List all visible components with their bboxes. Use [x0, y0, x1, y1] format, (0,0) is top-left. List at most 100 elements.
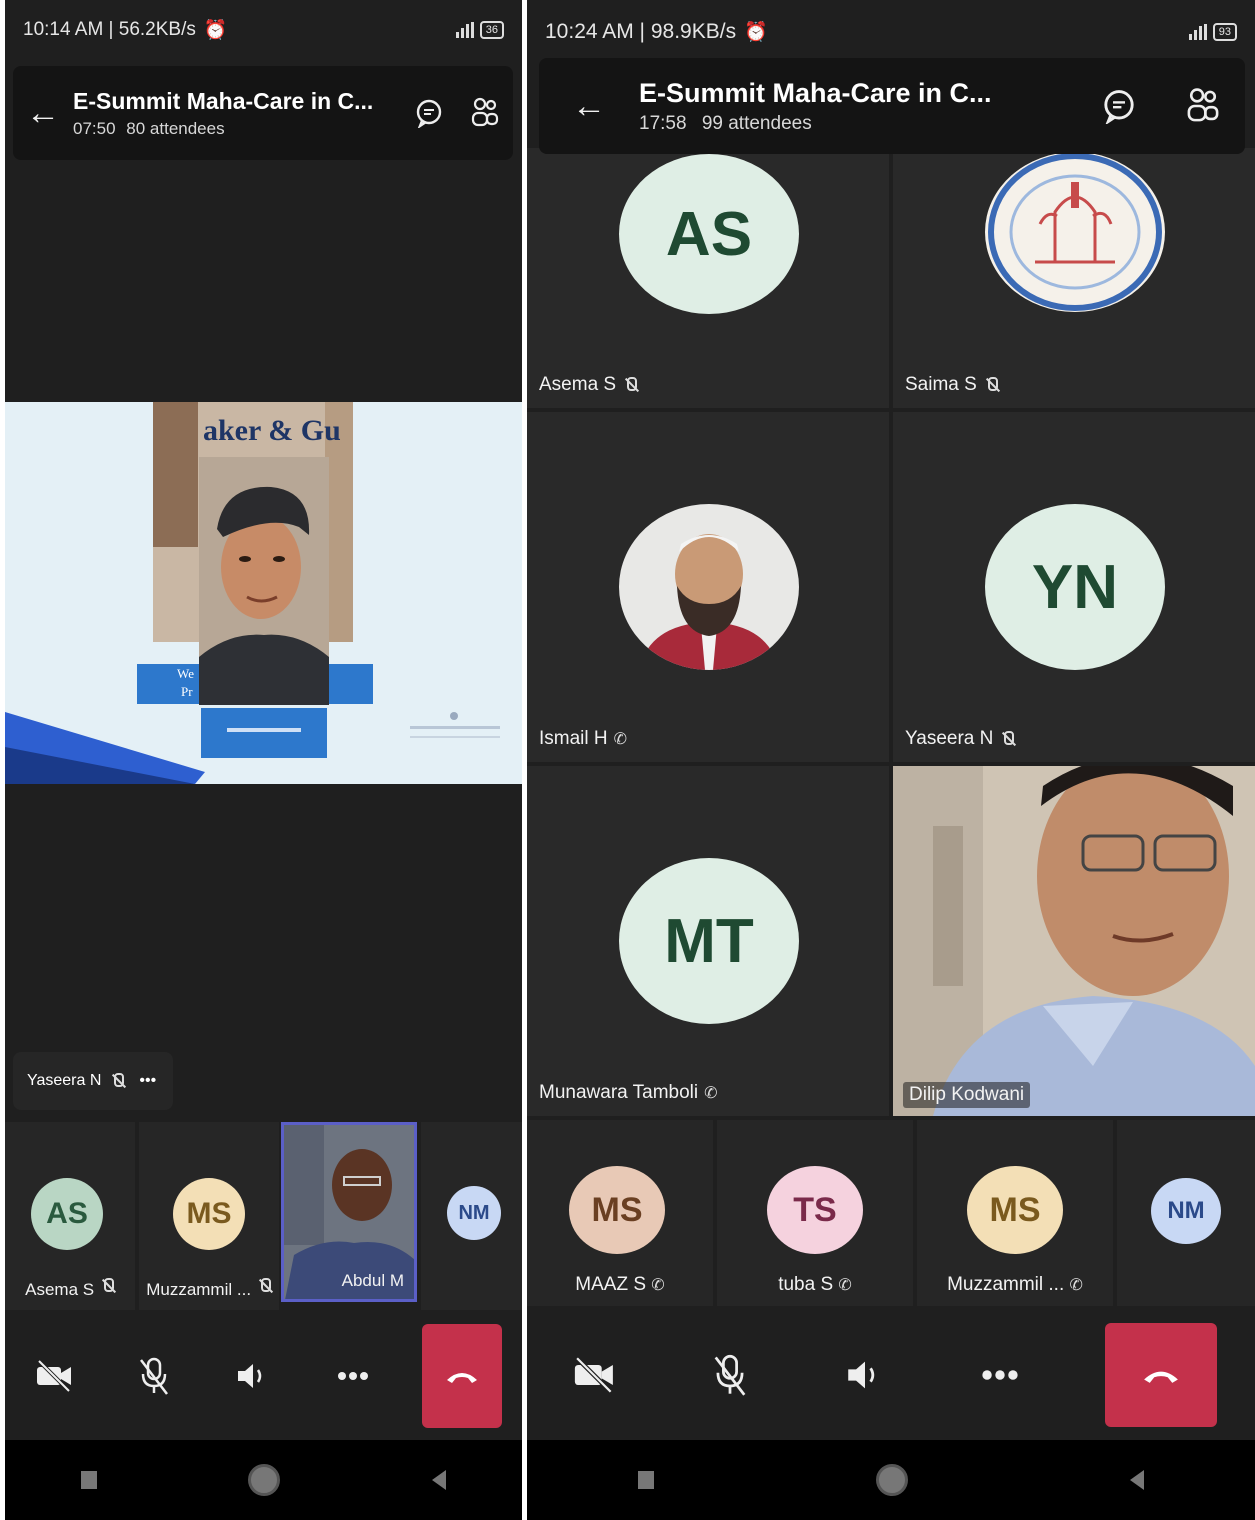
- avatar: NM: [1151, 1178, 1221, 1244]
- participant-name: Asema S: [539, 374, 638, 396]
- call-controls: [527, 1310, 1255, 1440]
- speaker-name: Yaseera N: [27, 1072, 102, 1089]
- speaker-icon: [238, 1364, 262, 1388]
- slide-heading: aker & Gu: [203, 414, 341, 447]
- camera-off-button[interactable]: [565, 1345, 625, 1405]
- participant-name: Dilip Kodwani: [903, 1082, 1031, 1108]
- back-nav-icon[interactable]: [432, 1470, 447, 1490]
- status-time: 10:14 AM | 56.2KB/s: [23, 19, 196, 40]
- avatar: MS: [173, 1178, 245, 1250]
- more-actions-button[interactable]: [323, 1346, 383, 1406]
- hang-up-icon: [1144, 1371, 1179, 1383]
- camera-off-button[interactable]: [25, 1346, 85, 1406]
- status-bar: 10:24 AM | 98.9KB/s ⏰ 93: [527, 0, 1255, 64]
- avatar: YN: [985, 504, 1165, 670]
- participant-tile[interactable]: Saima S: [893, 148, 1255, 408]
- video-feed: [893, 766, 1255, 1116]
- participant-tile[interactable]: MT Munawara Tamboli ✆: [527, 766, 889, 1116]
- participant-cell[interactable]: AS Asema S: [5, 1122, 135, 1310]
- left-phone-screen: 10:14 AM | 56.2KB/s ⏰ 36 ← E-Summit Maha…: [5, 0, 522, 1520]
- participant-cell[interactable]: NM: [421, 1122, 522, 1310]
- microphone-off-icon: [140, 1357, 169, 1395]
- participant-cell[interactable]: TS tuba S ✆: [717, 1120, 913, 1306]
- participants-icon[interactable]: [1161, 86, 1245, 126]
- home-icon[interactable]: [248, 1464, 281, 1496]
- mic-off-icon: [999, 730, 1015, 748]
- status-bar: 10:14 AM | 56.2KB/s ⏰ 36: [5, 0, 522, 60]
- phone-icon: ✆: [613, 731, 628, 748]
- participant-cell[interactable]: MS MAAZ S ✆: [527, 1120, 713, 1306]
- hang-up-button[interactable]: [1105, 1323, 1218, 1427]
- more-icon: [982, 1370, 1018, 1380]
- attendee-count: 99 attendees: [701, 112, 812, 134]
- participant-name: Yaseera N: [905, 728, 1015, 750]
- more-options-icon[interactable]: •••: [139, 1072, 156, 1090]
- right-phone-screen: 10:24 AM | 98.9KB/s ⏰ 93 AS Asema S Saim…: [527, 0, 1255, 1520]
- participant-tile[interactable]: AS Asema S: [527, 148, 889, 408]
- back-arrow-icon[interactable]: ←: [13, 94, 73, 133]
- participants-icon[interactable]: [457, 96, 513, 130]
- home-icon[interactable]: [876, 1464, 908, 1496]
- camera-off-icon: [36, 1359, 71, 1393]
- recents-icon[interactable]: [80, 1471, 97, 1489]
- signal-icon: [1188, 24, 1207, 40]
- android-nav-bar: [527, 1440, 1255, 1520]
- participant-name: Asema S: [5, 1277, 135, 1300]
- avatar: AS: [31, 1178, 103, 1250]
- call-controls: [5, 1312, 522, 1440]
- phone-icon: ✆: [838, 1277, 852, 1294]
- participant-video-abdul[interactable]: Abdul M: [281, 1122, 417, 1302]
- meeting-header: ← E-Summit Maha-Care in C... 17:58 99 at…: [539, 58, 1245, 154]
- organization-logo: [985, 152, 1165, 312]
- participant-name: Ismail H ✆: [539, 728, 628, 749]
- shared-screen: aker & Gu We Pr: [5, 402, 522, 784]
- meeting-duration: 07:50: [73, 118, 116, 138]
- participant-tile[interactable]: Ismail H ✆: [527, 412, 889, 762]
- attendee-count: 80 attendees: [126, 118, 225, 138]
- speaker-button[interactable]: [835, 1345, 895, 1405]
- participant-tile[interactable]: YN Yaseera N: [893, 412, 1255, 762]
- avatar: MT: [619, 858, 799, 1024]
- chat-icon[interactable]: [401, 98, 457, 128]
- hang-up-button[interactable]: [422, 1324, 503, 1428]
- speaker-caption: Yaseera N •••: [13, 1052, 173, 1110]
- mic-off-icon: [983, 376, 999, 394]
- participant-name: Munawara Tamboli ✆: [539, 1082, 718, 1103]
- participant-strip: AS Asema S MS Muzzammil ... Abdul M NM: [5, 1122, 522, 1310]
- avatar: AS: [619, 154, 799, 314]
- battery-icon: 36: [479, 21, 504, 39]
- meeting-subtitle: 17:58 99 attendees: [639, 113, 1077, 135]
- speaker-photo: [199, 457, 329, 705]
- avatar: MS: [967, 1166, 1063, 1254]
- meeting-title: E-Summit Maha-Care in C...: [73, 87, 374, 114]
- participant-video-dilip[interactable]: Dilip Kodwani: [893, 766, 1255, 1116]
- phone-icon: ✆: [704, 1085, 718, 1102]
- speaker-button[interactable]: [223, 1346, 283, 1406]
- participant-name: MAAZ S ✆: [575, 1274, 665, 1295]
- slide-text-2: Pr: [181, 684, 193, 699]
- phone-icon: ✆: [651, 1277, 665, 1294]
- alarm-icon: ⏰: [744, 22, 768, 43]
- participant-cell[interactable]: MS Muzzammil ...: [139, 1122, 279, 1310]
- mic-off-button[interactable]: [700, 1345, 760, 1405]
- chat-icon[interactable]: [1077, 88, 1161, 124]
- hang-up-icon: [447, 1373, 478, 1383]
- mic-off-icon: [99, 1277, 115, 1295]
- back-arrow-icon[interactable]: ←: [539, 87, 639, 126]
- meeting-header: ← E-Summit Maha-Care in C... 07:50 80 at…: [13, 66, 513, 160]
- microphone-off-icon: [714, 1354, 746, 1396]
- recents-icon[interactable]: [638, 1471, 654, 1489]
- mic-off-button[interactable]: [124, 1346, 184, 1406]
- speaker-icon: [848, 1361, 875, 1389]
- slide-text-1: We: [177, 666, 194, 681]
- participant-cell[interactable]: MS Muzzammil ... ✆: [917, 1120, 1113, 1306]
- back-nav-icon[interactable]: [1130, 1470, 1144, 1490]
- participant-name: Saima S: [905, 374, 999, 396]
- status-time: 10:24 AM | 98.9KB/s: [545, 20, 737, 43]
- participant-cell[interactable]: NM: [1117, 1120, 1255, 1306]
- meeting-duration: 17:58: [639, 112, 687, 134]
- alarm-icon: ⏰: [203, 20, 228, 41]
- avatar: NM: [447, 1186, 501, 1240]
- battery-icon: 93: [1212, 23, 1237, 41]
- more-actions-button[interactable]: [970, 1345, 1030, 1405]
